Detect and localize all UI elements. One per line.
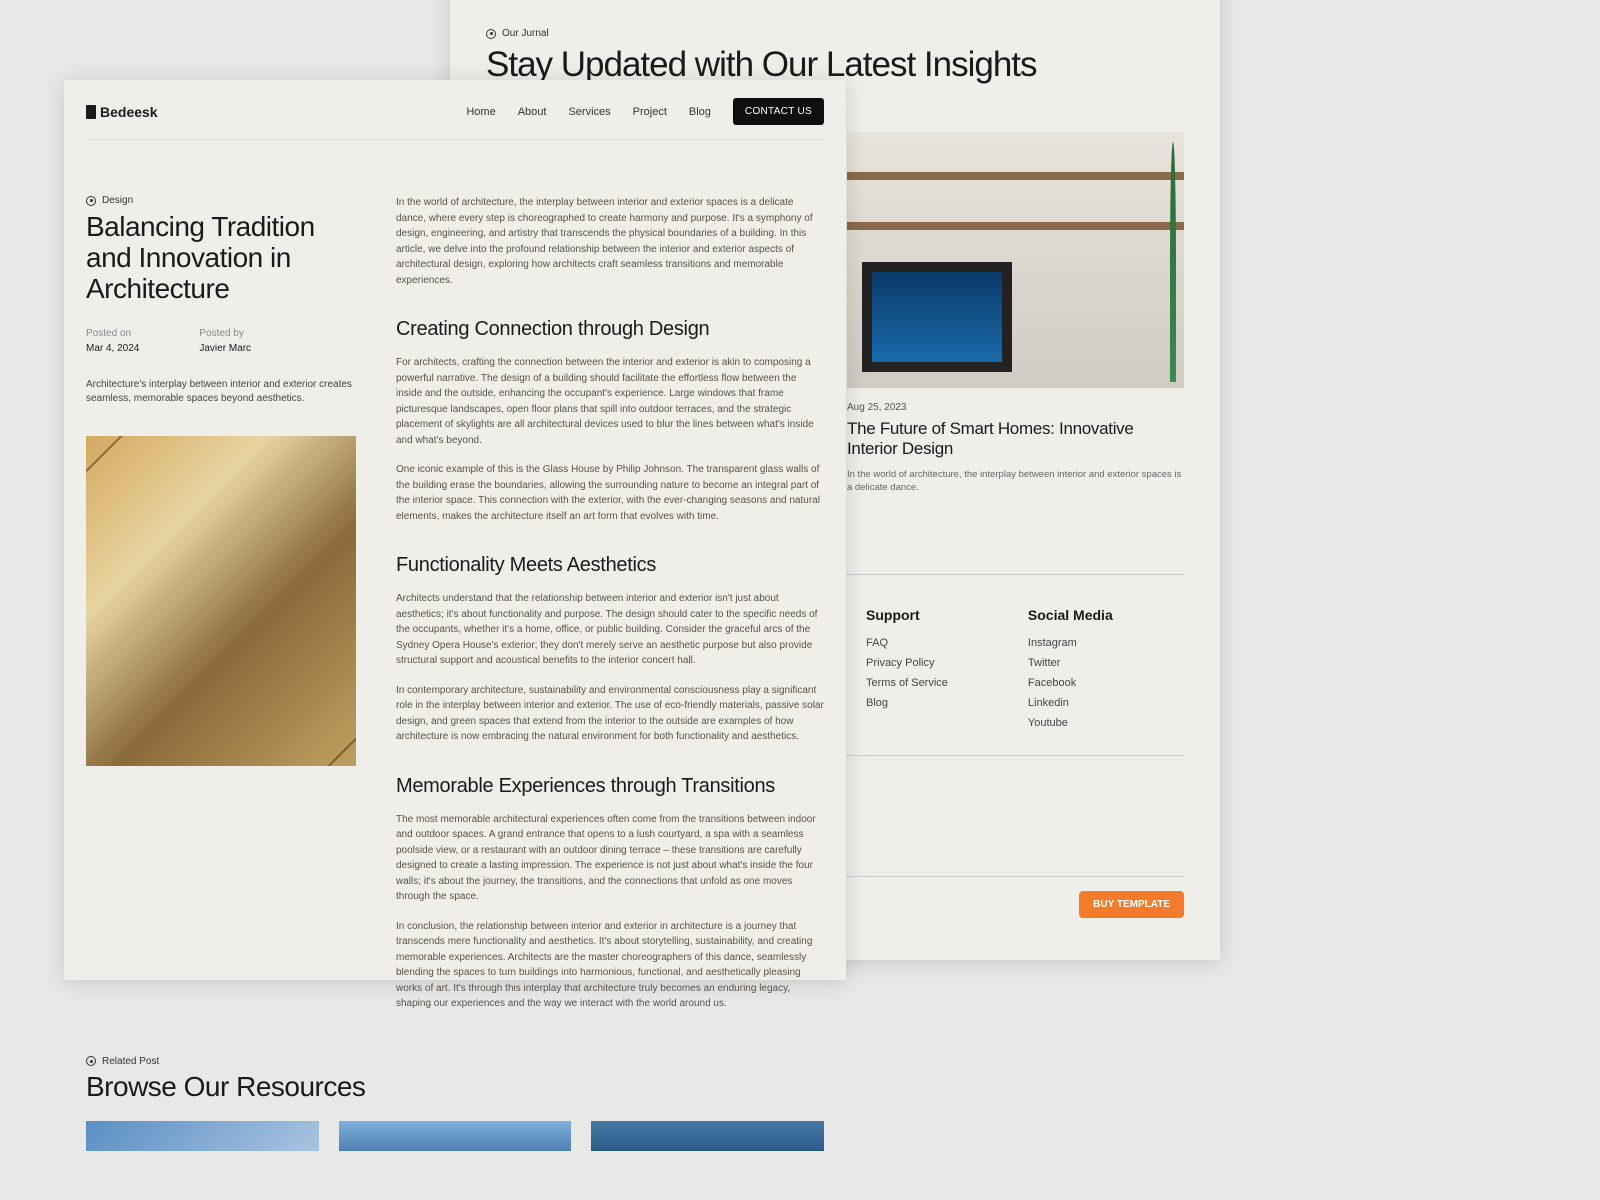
nav-links: Home About Services Project Blog CONTACT… <box>466 98 824 125</box>
journal-eyebrow: Our Jurnal <box>486 28 1184 39</box>
footer-link[interactable]: Privacy Policy <box>866 657 948 669</box>
article-meta: Posted on Mar 4, 2024 Posted by Javier M… <box>86 328 356 354</box>
article-hero-image <box>86 436 356 766</box>
posted-on-value: Mar 4, 2024 <box>86 343 139 354</box>
article-intro: In the world of architecture, the interp… <box>396 195 824 288</box>
related-cards <box>86 1121 824 1151</box>
journal-title: The Future of Smart Homes: Innovative In… <box>847 419 1184 460</box>
footer-link[interactable]: Facebook <box>1028 677 1113 689</box>
posted-on-label: Posted on <box>86 328 139 339</box>
nav-home[interactable]: Home <box>466 106 495 118</box>
buy-template-button[interactable]: BUY TEMPLATE <box>1079 891 1184 918</box>
journal-excerpt: In the world of architecture, the interp… <box>847 468 1184 495</box>
related-eyebrow-text: Related Post <box>102 1056 159 1067</box>
footer-link[interactable]: Terms of Service <box>866 677 948 689</box>
footer-link[interactable]: Linkedin <box>1028 697 1113 709</box>
journal-date: Aug 25, 2023 <box>847 402 1184 413</box>
nav-services[interactable]: Services <box>568 106 610 118</box>
article-body: In the world of architecture, the interp… <box>396 195 824 1026</box>
section-heading: Creating Connection through Design <box>396 314 824 345</box>
article-title: Balancing Tradition and Innovation in Ar… <box>86 212 356 304</box>
dot-icon <box>486 29 496 39</box>
article: Design Balancing Tradition and Innovatio… <box>86 195 824 1026</box>
article-paragraph: One iconic example of this is the Glass … <box>396 462 824 524</box>
posted-by-value: Javier Marc <box>199 343 251 354</box>
related-section: Related Post Browse Our Resources <box>86 1056 824 1151</box>
dot-icon <box>86 196 96 206</box>
category-eyebrow: Design <box>86 195 356 206</box>
brand-icon <box>86 105 96 119</box>
footer-link[interactable]: Blog <box>866 697 948 709</box>
journal-image <box>847 132 1184 388</box>
brand-name: Bedeesk <box>100 104 158 120</box>
related-card[interactable] <box>86 1121 319 1151</box>
nav-project[interactable]: Project <box>633 106 667 118</box>
article-paragraph: In conclusion, the relationship between … <box>396 919 824 1012</box>
footer-link[interactable]: Twitter <box>1028 657 1113 669</box>
journal-card[interactable]: Aug 25, 2023 The Future of Smart Homes: … <box>847 132 1184 494</box>
article-paragraph: Architects understand that the relations… <box>396 591 824 669</box>
section-heading: Functionality Meets Aesthetics <box>396 550 824 581</box>
contact-button[interactable]: CONTACT US <box>733 98 824 125</box>
journal-eyebrow-text: Our Jurnal <box>502 28 549 39</box>
related-card[interactable] <box>591 1121 824 1151</box>
footer-col-social: Social Media Instagram Twitter Facebook … <box>1028 607 1113 737</box>
footer-heading: Social Media <box>1028 607 1113 623</box>
article-meta-column: Design Balancing Tradition and Innovatio… <box>86 195 356 1026</box>
page-front-layer: Bedeesk Home About Services Project Blog… <box>64 80 846 980</box>
footer-heading: Support <box>866 607 948 623</box>
related-heading: Browse Our Resources <box>86 1071 824 1103</box>
navbar: Bedeesk Home About Services Project Blog… <box>86 98 824 140</box>
article-excerpt: Architecture's interplay between interio… <box>86 378 356 406</box>
related-eyebrow: Related Post <box>86 1056 824 1067</box>
footer-link[interactable]: Youtube <box>1028 717 1113 729</box>
article-paragraph: In contemporary architecture, sustainabi… <box>396 683 824 745</box>
nav-blog[interactable]: Blog <box>689 106 711 118</box>
related-card[interactable] <box>339 1121 572 1151</box>
article-paragraph: For architects, crafting the connection … <box>396 355 824 448</box>
category-label: Design <box>102 195 133 206</box>
section-heading: Memorable Experiences through Transition… <box>396 771 824 802</box>
footer-col-support: Support FAQ Privacy Policy Terms of Serv… <box>866 607 948 737</box>
journal-heading: Stay Updated with Our Latest Insights <box>486 47 1184 84</box>
footer-link[interactable]: FAQ <box>866 637 948 649</box>
footer-link[interactable]: Instagram <box>1028 637 1113 649</box>
posted-by-label: Posted by <box>199 328 251 339</box>
nav-about[interactable]: About <box>518 106 547 118</box>
dot-icon <box>86 1056 96 1066</box>
brand[interactable]: Bedeesk <box>86 104 158 120</box>
article-paragraph: The most memorable architectural experie… <box>396 812 824 905</box>
